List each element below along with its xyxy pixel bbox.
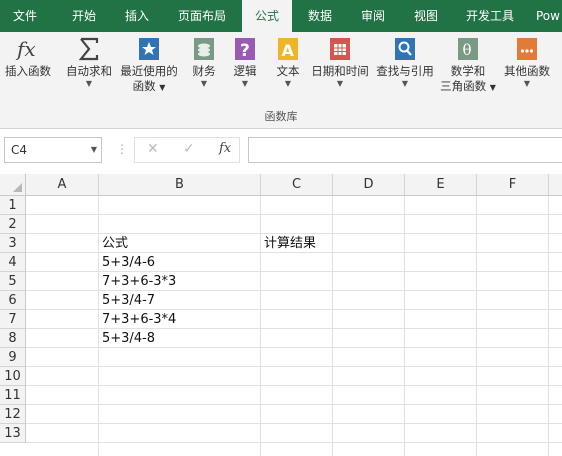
chevron-down-icon: ▼ [401,79,409,88]
row-header-4[interactable]: 4 [0,253,26,272]
row-header-9[interactable]: 9 [0,348,26,367]
chevron-down-icon: ▼ [200,79,208,88]
select-all-corner[interactable] [0,174,26,196]
row-header-6[interactable]: 6 [0,291,26,310]
autosum-button[interactable]: 自动求和 ▼ [62,36,116,89]
chevron-down-icon: ▼ [523,79,531,88]
math-trig-button[interactable]: θ 数学和 三角函数 ▼ [438,36,498,95]
chevron-down-icon: ▼ [159,83,166,92]
cell-b7[interactable]: 7+3+6-3*4 [99,310,176,329]
calendar-book-icon [330,38,350,60]
chevron-down-icon: ▼ [336,79,344,88]
cell-b8[interactable]: 5+3/4-8 [99,329,155,348]
column-header-d[interactable]: D [333,174,405,196]
gridline-h [26,442,562,443]
chevron-down-icon[interactable]: ▼ [91,138,97,162]
insert-function-button[interactable]: fx 插入函数 [2,36,54,79]
tab-developer[interactable]: 开发工具 [458,0,522,32]
row-header-3[interactable]: 3 [0,234,26,253]
tab-file[interactable]: 文件 [0,0,50,32]
tab-power[interactable]: Pow [536,0,562,32]
svg-text:θ: θ [463,41,472,59]
tab-page-layout[interactable]: 页面布局 [168,0,236,32]
financial-button[interactable]: 财务 ▼ [184,36,224,89]
chevron-down-icon: ▼ [284,79,292,88]
search-book-icon [395,38,415,60]
theta-book-icon: θ [458,38,478,60]
gridline-h [26,214,562,215]
column-header-g-partial[interactable] [549,174,562,196]
text-button[interactable]: A 文本 ▼ [268,36,308,89]
svg-text:?: ? [240,41,250,61]
tab-review[interactable]: 审阅 [351,0,395,32]
tab-data[interactable]: 数据 [298,0,342,32]
formula-input[interactable] [248,137,562,163]
column-header-f[interactable]: F [477,174,549,196]
svg-text:fx: fx [15,37,36,61]
ribbon-formulas: fx 插入函数 自动求和 ▼ 最近使用的 函数 ▼ 财务 ▼ ? 逻辑 ▼ A … [0,32,562,129]
cancel-icon[interactable]: ✕ [147,141,159,157]
ribbon-group-label: 函数库 [264,110,298,123]
select-all-triangle-icon [13,183,22,192]
column-header-a[interactable]: A [26,174,99,196]
recently-used-button[interactable]: 最近使用的 函数 ▼ [118,36,180,95]
cell-b5[interactable]: 7+3+6-3*3 [99,272,176,291]
svg-text:A: A [282,41,295,60]
more-functions-button[interactable]: 其他函数 ▼ [500,36,554,89]
more-book-icon [517,38,537,60]
tab-insert[interactable]: 插入 [112,0,162,32]
row-header-5[interactable]: 5 [0,272,26,291]
row-header-8[interactable]: 8 [0,329,26,348]
star-book-icon [139,38,159,60]
cell-b4[interactable]: 5+3/4-6 [99,253,155,272]
row-header-10[interactable]: 10 [0,367,26,386]
row-header-1[interactable]: 1 [0,196,26,215]
formula-bar-grip[interactable]: ⋮ [116,142,128,156]
row-header-13[interactable]: 13 [0,424,26,443]
row-header-11[interactable]: 11 [0,386,26,405]
finance-book-icon [194,38,214,60]
logical-button[interactable]: ? 逻辑 ▼ [226,36,264,89]
date-time-button[interactable]: 日期和时间 ▼ [308,36,372,89]
text-book-icon: A [278,38,298,60]
fx-icon: fx [15,37,36,61]
row-header-7[interactable]: 7 [0,310,26,329]
row-header-12[interactable]: 12 [0,405,26,424]
gridline-v [476,196,477,456]
insert-function-fx-icon[interactable]: fx [219,141,231,156]
enter-icon[interactable]: ✓ [183,141,195,157]
gridline-h [26,404,562,405]
chevron-down-icon: ▼ [241,79,249,88]
gridline-v [332,196,333,456]
column-header-b[interactable]: B [99,174,261,196]
chevron-down-icon: ▼ [85,79,93,88]
gridline-h [26,423,562,424]
cell-b3[interactable]: 公式 [99,234,128,253]
cell-b6[interactable]: 5+3/4-7 [99,291,155,310]
gridline-v [548,196,549,456]
formula-buttons: ✕ ✓ fx [134,137,240,163]
cell-c3[interactable]: 计算结果 [261,234,316,253]
worksheet-grid[interactable]: A B C D E F 1 2 3 4 5 6 7 8 9 10 11 12 1… [0,174,562,456]
name-box[interactable]: C4 ▼ [4,137,102,163]
question-book-icon: ? [235,38,255,61]
gridline-h [26,385,562,386]
tab-formulas[interactable]: 公式 [242,0,292,32]
column-header-c[interactable]: C [261,174,333,196]
tab-view[interactable]: 视图 [404,0,448,32]
tab-home[interactable]: 开始 [58,0,110,32]
gridline-v [404,196,405,456]
row-header-2[interactable]: 2 [0,215,26,234]
ribbon-tab-bar: 文件 开始 插入 页面布局 公式 数据 审阅 视图 开发工具 Pow [0,0,562,32]
sigma-icon [78,37,99,61]
lookup-reference-button[interactable]: 查找与引用 ▼ [374,36,436,89]
chevron-down-icon: ▼ [489,83,496,92]
gridline-h [26,366,562,367]
column-header-e[interactable]: E [405,174,477,196]
formula-bar: C4 ▼ ⋮ ✕ ✓ fx [0,129,562,174]
